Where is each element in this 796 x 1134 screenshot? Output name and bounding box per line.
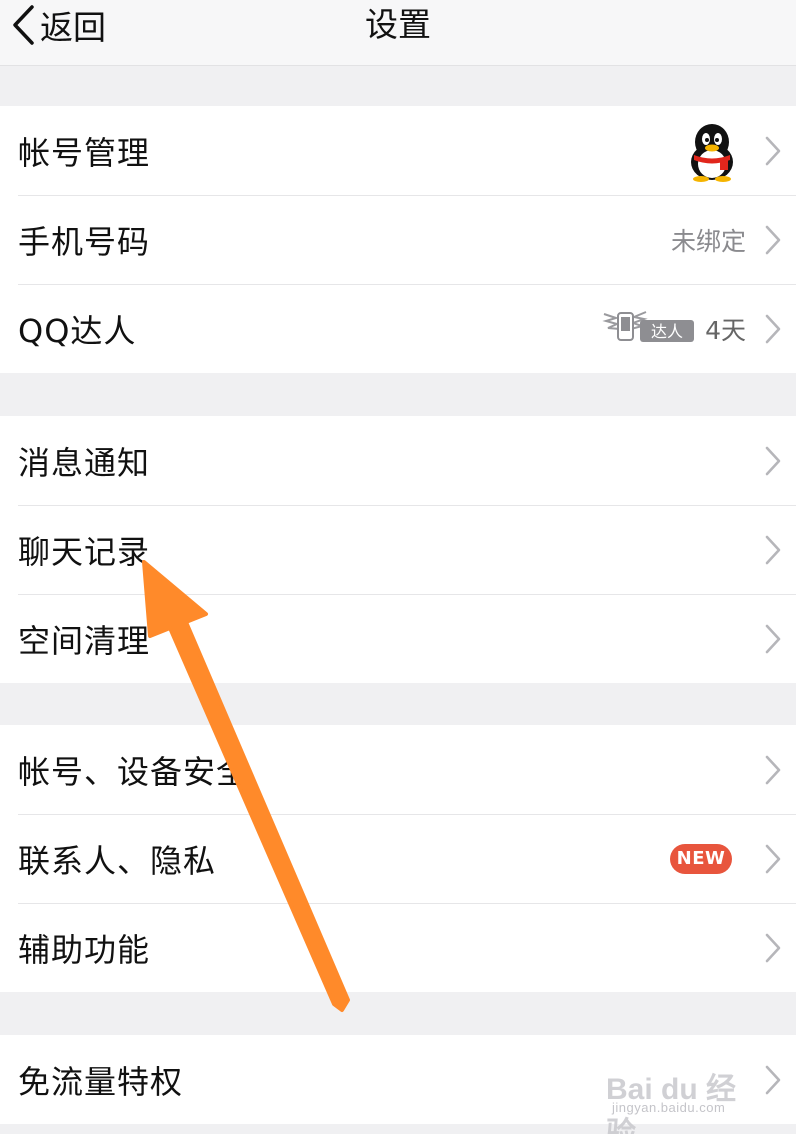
row-contacts-privacy[interactable]: 联系人、隐私 NEW (0, 814, 796, 903)
row-label: 聊天记录 (18, 532, 151, 571)
row-label: 联系人、隐私 (18, 841, 217, 880)
navigation-bar: 返回 设置 (0, 0, 796, 66)
row-account-management[interactable]: 帐号管理 (0, 106, 796, 195)
row-free-data-privilege[interactable]: 免流量特权 (0, 1035, 796, 1124)
row-label: 帐号管理 (18, 133, 151, 172)
chevron-right-icon (764, 313, 782, 345)
row-label: 手机号码 (18, 222, 151, 261)
page-title: 设置 (365, 5, 431, 44)
row-label: 帐号、设备安全 (18, 752, 250, 791)
settings-group-account: 帐号管理 手机号码 未绑定 QQ达人 达人 4天 (0, 106, 796, 373)
new-badge: NEW (670, 844, 732, 874)
daren-days-text: 4天 (705, 315, 746, 345)
settings-group-messages: 消息通知 聊天记录 空间清理 (0, 416, 796, 683)
row-accessibility[interactable]: 辅助功能 (0, 903, 796, 992)
phone-status-text: 未绑定 (670, 226, 746, 256)
row-account-device-security[interactable]: 帐号、设备安全 (0, 725, 796, 814)
row-message-notifications[interactable]: 消息通知 (0, 416, 796, 505)
chevron-right-icon (764, 754, 782, 786)
chevron-right-icon (764, 623, 782, 655)
row-label: 消息通知 (18, 443, 151, 482)
row-chat-history[interactable]: 聊天记录 (0, 505, 796, 594)
settings-group-security: 帐号、设备安全 联系人、隐私 NEW 辅助功能 (0, 725, 796, 992)
chevron-right-icon (764, 1064, 782, 1096)
row-label: 空间清理 (18, 621, 151, 660)
row-label: 免流量特权 (18, 1062, 184, 1101)
chevron-right-icon (764, 224, 782, 256)
daren-badge-text: 达人 (651, 322, 683, 341)
qq-penguin-avatar-icon (691, 124, 733, 182)
row-label: QQ达人 (18, 311, 137, 350)
row-storage-cleanup[interactable]: 空间清理 (0, 594, 796, 683)
row-label: 辅助功能 (18, 930, 151, 969)
settings-group-data-plan: 免流量特权 (0, 1035, 796, 1124)
chevron-right-icon (764, 534, 782, 566)
winged-phone-icon: 达人 (602, 311, 694, 342)
row-qq-daren[interactable]: QQ达人 达人 4天 (0, 284, 796, 373)
chevron-right-icon (764, 843, 782, 875)
chevron-right-icon (764, 135, 782, 167)
row-phone-number[interactable]: 手机号码 未绑定 (0, 195, 796, 284)
chevron-right-icon (764, 932, 782, 964)
chevron-right-icon (764, 445, 782, 477)
